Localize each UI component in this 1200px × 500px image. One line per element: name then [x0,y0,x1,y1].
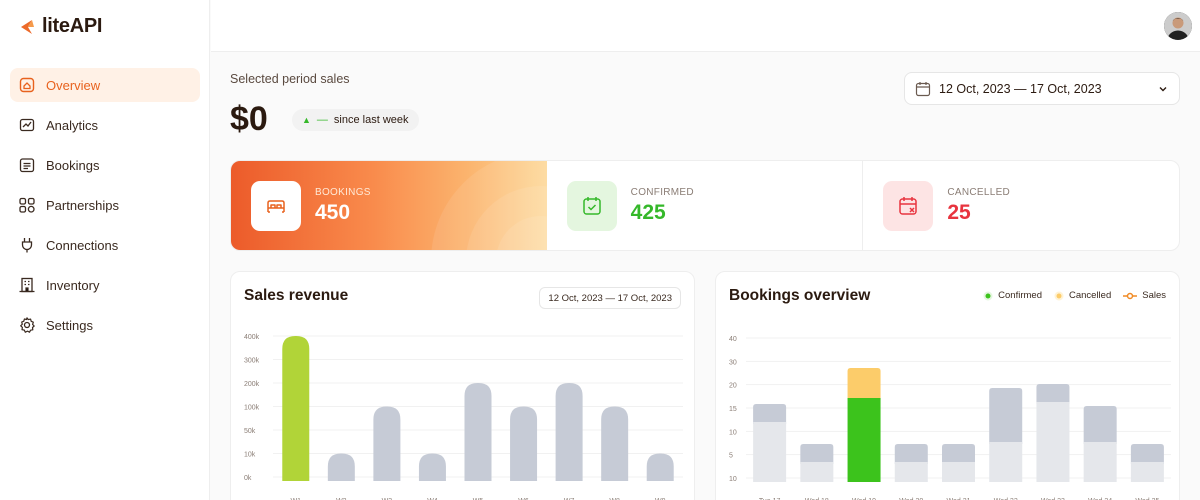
trend-badge: ▲ — since last week [292,109,419,131]
y-tick-label: 300k [244,358,260,365]
user-avatar[interactable] [1164,12,1192,40]
stat-value: 425 [630,200,666,224]
y-tick-label: 30 [729,359,737,366]
bookings-overview-card: Bookings overview Confirmed Cancelled Sa… [715,271,1180,500]
sidebar-item-settings[interactable]: Settings [10,308,200,342]
stat-label: CONFIRMED [630,186,694,198]
bar-cancelled [1130,444,1164,464]
chevron-down-icon [1159,86,1167,91]
bar [601,406,629,481]
sidebar-item-label: Analytics [46,117,99,133]
avatar-icon [1164,12,1192,40]
stat-value: 450 [315,200,351,224]
sidebar-item-inventory[interactable]: Inventory [10,268,200,302]
gear-icon [20,317,35,333]
y-tick-label: 20 [729,383,737,390]
home-icon [19,77,35,93]
y-tick-label: 10k [244,452,256,459]
bar [282,336,310,481]
y-tick-label: 0k [244,475,252,482]
stats-panel: BOOKINGS 450 CONFIRMED 425 CANCELLED 25 [230,160,1180,251]
bar [555,383,583,481]
trend-value: — [316,114,328,126]
y-tick-label: 400k [244,334,260,341]
sidebar-item-connections[interactable]: Connections [10,228,200,262]
period-label: Selected period sales [230,72,350,86]
y-tick-label: 100k [244,405,260,412]
sales-revenue-chart: 400k300k200k100k50k10k0kW1W2W3W4W5W6W7W8… [244,334,683,500]
y-tick-label: 15 [729,406,737,413]
bar [646,453,674,481]
sidebar-item-label: Settings [46,317,93,333]
sidebar-item-partnerships[interactable]: Partnerships [10,188,200,222]
bar-cancelled [894,444,928,464]
stat-bookings[interactable]: BOOKINGS 450 [231,161,651,250]
bar-cancelled [942,444,975,464]
bar-confirmed [1036,402,1070,482]
building-icon [19,277,35,293]
bar-cancelled [753,404,787,424]
plug-icon [21,238,33,253]
bar [510,406,538,481]
bar-confirmed [989,442,1023,482]
sidebar-item-analytics[interactable]: Analytics [10,108,200,142]
y-tick-label: 50k [244,428,256,435]
bar [373,406,401,481]
date-range-picker[interactable]: 12 Oct, 2023 — 17 Oct, 2023 [904,72,1180,105]
bar-confirmed [847,398,881,482]
date-range-text: 12 Oct, 2023 — 17 Oct, 2023 [939,81,1102,96]
trend-up-icon: ▲ [302,115,311,125]
sidebar-item-label: Bookings [46,157,100,173]
stat-cancelled[interactable]: CANCELLED 25 [863,161,1179,250]
bar-cancelled [847,368,881,400]
stat-confirmed[interactable]: CONFIRMED 425 [547,161,864,250]
bed-icon [251,180,301,231]
trend-text: since last week [333,114,409,126]
y-tick-label: 5 [729,453,733,460]
calendar-check-icon [566,180,617,231]
bookings-icon [19,158,35,173]
bar-cancelled [989,388,1023,444]
bar-confirmed [800,462,834,482]
partnerships-icon [19,197,35,213]
bar [418,453,446,481]
sales-revenue-card: Sales revenue 12 Oct, 2023 — 17 Oct, 202… [230,271,695,500]
y-tick-label: 10 [729,429,737,436]
sidebar-item-label: Overview [46,77,101,93]
bar-confirmed [753,422,787,482]
calendar-x-icon [883,180,934,231]
top-bar [211,0,1200,52]
bar-confirmed [894,462,928,482]
bar [464,383,492,481]
bar-confirmed [1130,462,1164,482]
calendar-icon [915,81,931,96]
bar-cancelled [1083,406,1117,444]
sidebar-item-label: Inventory [46,277,100,293]
sidebar-item-label: Partnerships [46,197,119,213]
sidebar-item-label: Connections [46,237,119,253]
sidebar-item-bookings[interactable]: Bookings [10,148,200,182]
y-tick-label: 200k [244,381,260,388]
sidebar: liteAPI Overview Analytics Bookings Part… [0,0,210,500]
y-tick-label: 10 [729,476,737,483]
bookings-overview-chart: 4030201510510Tue 17Wed 18Wed 19Wed 20Wed… [729,336,1171,500]
stat-label: BOOKINGS [315,186,371,198]
bar-confirmed [942,462,975,482]
y-tick-label: 40 [729,336,737,343]
bar-confirmed [1083,442,1117,482]
bar-cancelled [800,444,834,464]
sidebar-nav: Overview Analytics Bookings Partnerships… [10,68,200,348]
bar [327,453,355,481]
stat-value: 25 [947,200,971,224]
brand-name: liteAPI [42,15,103,37]
bar-cancelled [1036,384,1070,404]
sidebar-item-overview[interactable]: Overview [10,68,200,102]
analytics-icon [19,118,35,132]
logo-icon [21,19,34,34]
brand-logo[interactable]: liteAPI [18,15,102,38]
sales-total: $0 [230,100,268,138]
stat-label: CANCELLED [947,186,1011,198]
